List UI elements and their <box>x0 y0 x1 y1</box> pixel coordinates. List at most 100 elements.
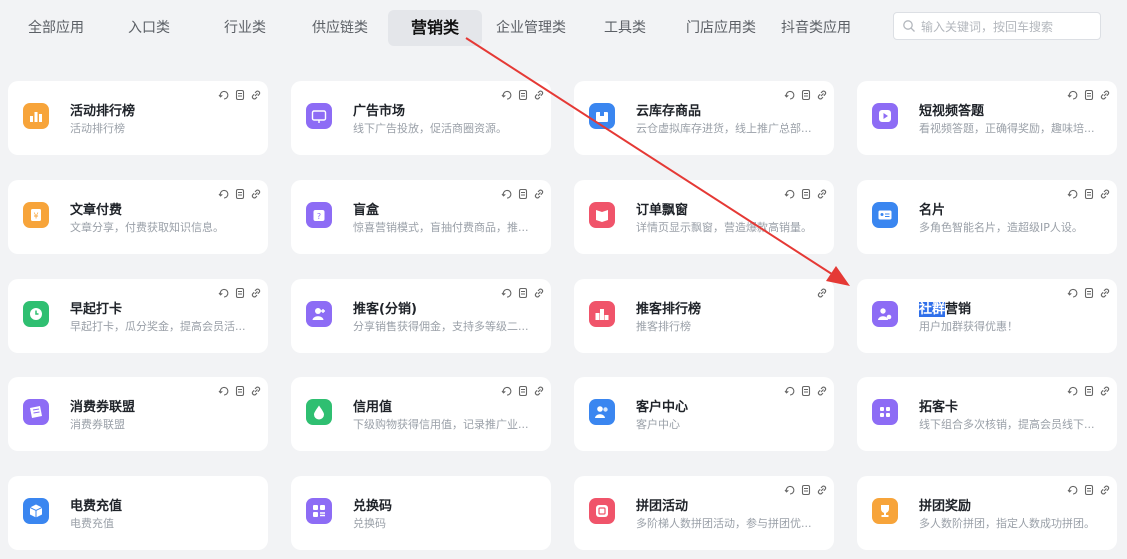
tab-store-apps[interactable]: 门店应用类 <box>676 10 766 46</box>
sync-icon[interactable] <box>1067 382 1079 396</box>
app-card[interactable]: 兑换码 兑换码 <box>291 476 551 550</box>
link-icon[interactable] <box>250 284 262 298</box>
app-card[interactable]: 推客(分销) 分享销售获得佣金，支持多等级二... <box>291 279 551 353</box>
link-icon[interactable] <box>1099 86 1111 100</box>
search-input[interactable]: 输入关键词，按回车搜索 <box>893 12 1101 40</box>
sync-icon[interactable] <box>218 185 230 199</box>
app-card-description: 多角色智能名片，造超级IP人设。 <box>919 221 1083 234</box>
app-card[interactable]: 拓客卡 线下组合多次核销，提高会员线下... <box>857 377 1117 451</box>
print-icon[interactable] <box>800 86 812 101</box>
app-card[interactable]: 活动排行榜 活动排行榜 <box>8 81 268 155</box>
podium-icon <box>589 301 615 327</box>
tab-douyin-apps[interactable]: 抖音类应用 <box>770 10 862 46</box>
app-card[interactable]: ¥ 文章付费 文章分享，付费获取知识信息。 <box>8 180 268 254</box>
app-card[interactable]: 信用值 下级购物获得信用值，记录推广业... <box>291 377 551 451</box>
app-card[interactable]: 早起打卡 早起打卡，瓜分奖金，提高会员活... <box>8 279 268 353</box>
tab-entry[interactable]: 入口类 <box>114 10 184 46</box>
tab-enterprise-management[interactable]: 企业管理类 <box>488 10 574 46</box>
sync-icon[interactable] <box>784 481 796 495</box>
print-icon[interactable] <box>1083 86 1095 101</box>
app-card[interactable]: 拼团活动 多阶梯人数拼团活动，参与拼团优... <box>574 476 834 550</box>
app-card[interactable]: 云库存商品 云仓虚拟库存进货，线上推广总部... <box>574 81 834 155</box>
print-icon[interactable] <box>800 185 812 200</box>
tab-marketing[interactable]: 营销类 <box>388 10 482 46</box>
app-card[interactable]: 推客排行榜 推客排行榜 <box>574 279 834 353</box>
link-icon[interactable] <box>816 382 828 396</box>
trophy-icon <box>872 498 898 524</box>
app-card[interactable]: 客户中心 客户中心 <box>574 377 834 451</box>
print-icon[interactable] <box>234 284 246 299</box>
link-icon[interactable] <box>250 86 262 100</box>
print-icon[interactable] <box>234 86 246 101</box>
sync-icon[interactable] <box>784 86 796 100</box>
sync-icon[interactable] <box>501 284 513 298</box>
sync-icon[interactable] <box>784 185 796 199</box>
sync-icon[interactable] <box>501 185 513 199</box>
link-icon[interactable] <box>533 86 545 100</box>
print-icon[interactable] <box>517 284 529 299</box>
tab-tools[interactable]: 工具类 <box>592 10 658 46</box>
sync-icon[interactable] <box>218 284 230 298</box>
tab-industry[interactable]: 行业类 <box>210 10 280 46</box>
search-highlight: 社群 <box>919 302 946 317</box>
app-card[interactable]: 消费券联盟 消费券联盟 <box>8 377 268 451</box>
tab-supply-chain[interactable]: 供应链类 <box>300 10 380 46</box>
tab-all-apps[interactable]: 全部应用 <box>18 10 94 46</box>
card-actions <box>501 185 545 200</box>
user-plus-icon <box>306 301 332 327</box>
link-icon[interactable] <box>533 284 545 298</box>
link-icon[interactable] <box>250 185 262 199</box>
link-icon[interactable] <box>816 185 828 199</box>
sync-icon[interactable] <box>218 382 230 396</box>
app-card-title: 社群营销 <box>919 298 971 317</box>
app-card-description: 电费充值 <box>70 517 114 530</box>
link-icon[interactable] <box>1099 185 1111 199</box>
app-card[interactable]: 电费充值 电费充值 <box>8 476 268 550</box>
app-card[interactable]: 拼团奖励 多人数阶拼团，指定人数成功拼团。 <box>857 476 1117 550</box>
app-card[interactable]: 广告市场 线下广告投放，促活商圈资源。 <box>291 81 551 155</box>
print-icon[interactable] <box>1083 185 1095 200</box>
app-card-title: 广告市场 <box>353 104 406 119</box>
video-icon <box>872 103 898 129</box>
search-icon <box>902 19 916 33</box>
link-icon[interactable] <box>533 382 545 396</box>
link-icon[interactable] <box>533 185 545 199</box>
drop-icon <box>306 399 332 425</box>
sync-icon[interactable] <box>1067 481 1079 495</box>
card-actions <box>1067 284 1111 299</box>
link-icon[interactable] <box>1099 481 1111 495</box>
sync-icon[interactable] <box>1067 284 1079 298</box>
print-icon[interactable] <box>1083 481 1095 496</box>
link-icon[interactable] <box>1099 382 1111 396</box>
sync-icon[interactable] <box>1067 86 1079 100</box>
app-card[interactable]: 社群营销 用户加群获得优惠！ <box>857 279 1117 353</box>
link-icon[interactable] <box>250 382 262 396</box>
card-actions <box>816 284 828 298</box>
print-icon[interactable] <box>800 382 812 397</box>
app-card[interactable]: ? 盲盒 惊喜营销模式，盲抽付费商品，推... <box>291 180 551 254</box>
link-icon[interactable] <box>1099 284 1111 298</box>
sync-icon[interactable] <box>501 86 513 100</box>
app-card[interactable]: 短视频答题 看视频答题，正确得奖励，趣味培... <box>857 81 1117 155</box>
app-card-description: 下级购物获得信用值，记录推广业... <box>353 418 529 431</box>
print-icon[interactable] <box>1083 284 1095 299</box>
print-icon[interactable] <box>517 185 529 200</box>
print-icon[interactable] <box>517 86 529 101</box>
app-card[interactable]: 名片 多角色智能名片，造超级IP人设。 <box>857 180 1117 254</box>
sync-icon[interactable] <box>1067 185 1079 199</box>
app-card-title: 拼团奖励 <box>919 499 972 514</box>
ticket-icon <box>23 399 49 425</box>
link-icon[interactable] <box>816 86 828 100</box>
print-icon[interactable] <box>517 382 529 397</box>
print-icon[interactable] <box>800 481 812 496</box>
print-icon[interactable] <box>234 382 246 397</box>
sync-icon[interactable] <box>784 382 796 396</box>
print-icon[interactable] <box>234 185 246 200</box>
sync-icon[interactable] <box>218 86 230 100</box>
app-card[interactable]: 订单飘窗 详情页显示飘窗，营造爆款高销量。 <box>574 180 834 254</box>
app-card-description: 客户中心 <box>636 418 680 431</box>
sync-icon[interactable] <box>501 382 513 396</box>
link-icon[interactable] <box>816 481 828 495</box>
link-icon[interactable] <box>816 284 828 298</box>
print-icon[interactable] <box>1083 382 1095 397</box>
